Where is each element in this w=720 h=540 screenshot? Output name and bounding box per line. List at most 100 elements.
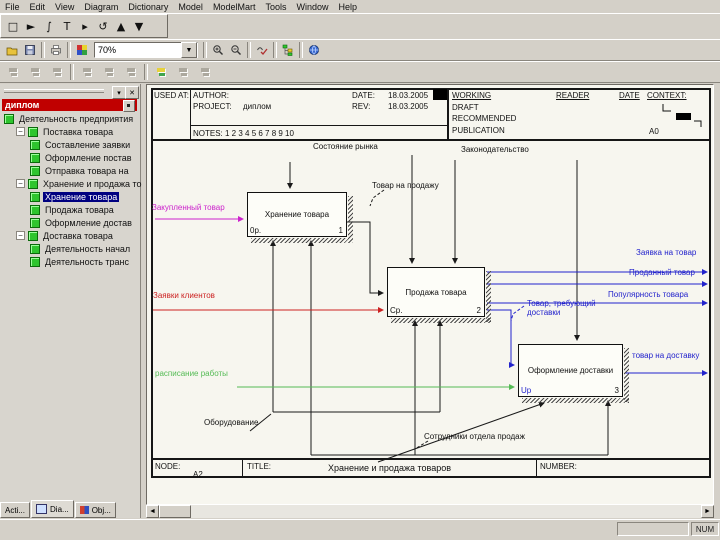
zoom-out-icon[interactable] bbox=[227, 41, 245, 59]
menu-modelmart[interactable]: ModelMart bbox=[208, 2, 261, 12]
main-toolbar: 70% ▼ bbox=[0, 39, 720, 61]
arrow-label-purchased-goods[interactable]: Закупленный товар bbox=[152, 203, 225, 212]
tree-item[interactable]: Хранение товара bbox=[0, 190, 170, 203]
tree-item-label: Продажа товара bbox=[45, 204, 114, 215]
tab-label: Obj... bbox=[91, 505, 111, 515]
arrow-tool-icon[interactable]: ► bbox=[22, 17, 40, 35]
tree-expander-icon[interactable]: − bbox=[16, 179, 25, 188]
open-icon[interactable] bbox=[3, 41, 21, 59]
panel-menu-button[interactable]: ▾ bbox=[112, 86, 126, 99]
rev-label: REV: bbox=[352, 102, 371, 111]
tree-item[interactable]: Деятельность начал bbox=[0, 242, 170, 255]
arrow-label-goods-for-delivery[interactable]: товар на доставку bbox=[632, 351, 699, 360]
zoom-in-icon[interactable] bbox=[209, 41, 227, 59]
save-icon[interactable] bbox=[21, 41, 39, 59]
activity-node-icon bbox=[28, 178, 38, 189]
tree-item-label: Оформление постав bbox=[45, 152, 132, 163]
model-menu-button[interactable] bbox=[123, 100, 135, 112]
menu-view[interactable]: View bbox=[50, 2, 79, 12]
explorer-tabs: Acti... Dia... Obj... bbox=[0, 500, 146, 518]
activity-node-icon bbox=[28, 126, 38, 137]
tree-item[interactable]: − Хранение и продажа то bbox=[0, 177, 156, 190]
activity-box-2[interactable]: Продажа товара Ср. 2 bbox=[387, 267, 485, 317]
tree-item[interactable]: − Поставка товара bbox=[0, 125, 156, 138]
arrow-tool-glyph: ► bbox=[26, 19, 36, 33]
menu-tools[interactable]: Tools bbox=[260, 2, 291, 12]
notes-label: NOTES: 1 2 3 4 5 6 7 8 9 10 bbox=[193, 129, 294, 138]
explorer-tab-1[interactable]: Acti... bbox=[0, 502, 31, 518]
explorer-tab-3[interactable]: Obj... bbox=[74, 502, 116, 518]
panel-gripper[interactable] bbox=[4, 89, 104, 93]
menu-model[interactable]: Model bbox=[173, 2, 208, 12]
tree-expander-icon[interactable]: − bbox=[16, 231, 25, 240]
color-report-icon[interactable] bbox=[73, 41, 91, 59]
print-icon[interactable] bbox=[47, 41, 65, 59]
tree-expander-icon[interactable]: − bbox=[16, 127, 25, 136]
arrow-label-sold-goods[interactable]: Проданный товар bbox=[629, 268, 695, 277]
rotate-tool-icon[interactable]: ↺ bbox=[94, 17, 112, 35]
menu-diagram[interactable]: Diagram bbox=[79, 2, 123, 12]
spell-check-icon[interactable] bbox=[253, 41, 271, 59]
menu-edit[interactable]: Edit bbox=[25, 2, 51, 12]
tree-item-label: Составление заявки bbox=[45, 139, 131, 150]
model-explorer-icon[interactable] bbox=[279, 41, 297, 59]
scroll-right-icon[interactable]: ► bbox=[701, 505, 714, 518]
arrow-label-work-schedule[interactable]: расписание работы bbox=[155, 369, 228, 378]
activity-box-title: Хранение товара bbox=[264, 210, 330, 219]
model-title-bar[interactable]: диплом bbox=[2, 99, 137, 112]
panel-close-button[interactable]: ✕ bbox=[125, 86, 139, 99]
tree-item[interactable]: Составление заявки bbox=[0, 138, 170, 151]
arrow-label-goods-for-sale[interactable]: Товар на продажу bbox=[372, 181, 439, 190]
table-icon bbox=[120, 63, 142, 81]
arrow-label-market-state[interactable]: Состояние рынка bbox=[313, 142, 378, 151]
chevron-down-icon[interactable]: ▼ bbox=[181, 42, 197, 58]
objects-tab-icon bbox=[79, 506, 89, 514]
working-label: WORKING bbox=[452, 91, 492, 100]
arrow-label-client-orders[interactable]: Заявки клиентов bbox=[153, 291, 215, 300]
diagram-title: Хранение и продажа товаров bbox=[328, 463, 451, 473]
activity-node-icon bbox=[30, 217, 40, 228]
date-label: DATE: bbox=[352, 91, 375, 100]
activity-node-icon bbox=[28, 230, 38, 241]
horizontal-scrollbar[interactable]: ◄ ► bbox=[146, 505, 714, 518]
zoom-select[interactable]: 70% ▼ bbox=[94, 42, 198, 58]
lock-icon bbox=[24, 63, 46, 81]
activity-node-icon bbox=[30, 139, 40, 150]
tree-item[interactable]: Деятельность транс bbox=[0, 255, 170, 268]
title-label: TITLE: bbox=[247, 462, 272, 471]
goto-sibling-tool-icon[interactable]: ▼ bbox=[130, 17, 148, 35]
menu-file[interactable]: File bbox=[0, 2, 25, 12]
box-shadow-hatch bbox=[486, 271, 491, 322]
tree-item[interactable]: Отправка товара на bbox=[0, 164, 170, 177]
tree-item[interactable]: Оформление постав bbox=[0, 151, 170, 164]
activity-box-3[interactable]: Оформление доставки Up 3 bbox=[518, 344, 623, 397]
toolbar-separator bbox=[41, 42, 45, 58]
tree-item[interactable]: Продажа товара bbox=[0, 203, 170, 216]
menu-help[interactable]: Help bbox=[333, 2, 362, 12]
arrow-label-equipment[interactable]: Оборудование bbox=[204, 418, 258, 427]
menu-window[interactable]: Window bbox=[291, 2, 333, 12]
arrow-label-goods-requiring-delivery[interactable]: Товар, требующий доставки bbox=[527, 299, 613, 317]
activity-box-1[interactable]: Хранение товара 0р. 1 bbox=[247, 192, 347, 237]
tree-item[interactable]: Оформление достав bbox=[0, 216, 170, 229]
scroll-left-icon[interactable]: ◄ bbox=[146, 505, 159, 518]
arrow-label-goods-popularity[interactable]: Популярность товара bbox=[608, 290, 688, 299]
explorer-tab-2[interactable]: Dia... bbox=[31, 500, 74, 518]
arrow-label-legislation[interactable]: Законодательство bbox=[461, 145, 529, 154]
tree-item[interactable]: Деятельность предприятия bbox=[0, 112, 144, 125]
squiggle-tool-icon[interactable]: ∫ bbox=[40, 17, 58, 35]
activity-box-tool-icon[interactable]: □ bbox=[4, 17, 22, 35]
arrow-label-sales-staff[interactable]: Сотрудники отдела продаж bbox=[424, 432, 525, 441]
arrow-label-goods-request[interactable]: Заявка на товар bbox=[636, 248, 696, 257]
activity-box-tool-glyph: □ bbox=[7, 19, 19, 33]
project-value: диплом bbox=[243, 102, 272, 111]
menu-dictionary[interactable]: Dictionary bbox=[123, 2, 173, 12]
bpwin-toolbox: □ ► ∫ T ▸ ↺ ▲ ▼ bbox=[0, 14, 168, 38]
goto-parent-tool-icon[interactable]: ▲ bbox=[112, 17, 130, 35]
scrollbar-thumb[interactable] bbox=[159, 505, 191, 518]
text-tool-icon[interactable]: T bbox=[58, 17, 76, 35]
globe-icon[interactable] bbox=[305, 41, 323, 59]
goto-child-tool-icon[interactable]: ▸ bbox=[76, 17, 94, 35]
tree-item[interactable]: − Доставка товара bbox=[0, 229, 156, 242]
number-label: NUMBER: bbox=[540, 462, 577, 471]
